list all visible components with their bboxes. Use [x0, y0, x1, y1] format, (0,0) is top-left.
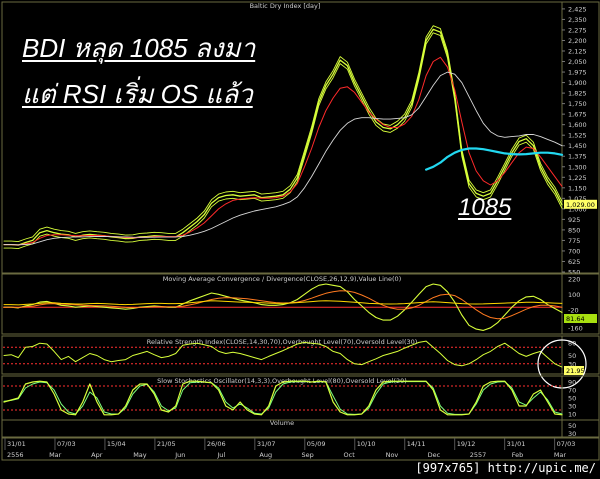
y-tick-label: 1,675	[568, 111, 587, 119]
y-tick-label: 1,300	[568, 163, 587, 171]
y-tick-label: 2,350	[568, 16, 587, 24]
x-tick-label: 21/05	[157, 440, 176, 448]
image-credit: [997x765] http://upic.me/	[415, 461, 596, 475]
y-tick-label: 775	[568, 237, 580, 245]
last-value-label: 1,029.00	[566, 201, 595, 209]
x-month-label: Nov	[386, 451, 399, 459]
macd-value-label: 81.64	[566, 315, 585, 323]
stoch-tick-label: 10	[568, 411, 576, 419]
x-month-label: Jul	[216, 451, 225, 459]
y-tick-label: 2,050	[568, 58, 587, 66]
x-month-label: Mar	[554, 451, 567, 459]
x-month-label: Sep	[301, 451, 313, 459]
y-tick-label: 700	[568, 247, 580, 255]
stoch-tick-label: 50	[568, 395, 576, 403]
bdi-chart: Baltic Dry Index [day] 2,425 2,350 2,275 2,2…	[1, 1, 600, 461]
x-tick-label: 26/06	[207, 440, 226, 448]
x-month-label: 2556	[7, 451, 24, 459]
macd-tick-label: -20	[568, 306, 579, 314]
x-tick-label: 31/01	[507, 440, 526, 448]
volume-tick-label: 30	[568, 430, 576, 438]
volume-panel-frame	[1, 419, 600, 438]
x-tick-label: 10/10	[357, 440, 376, 448]
annotation-line1: BDI หลุด 1085 ลงมา	[22, 33, 256, 63]
y-tick-label: 1,225	[568, 174, 587, 182]
y-tick-label: 1,525	[568, 132, 587, 140]
volume-tick-label: 50	[568, 422, 576, 430]
y-tick-label: 2,275	[568, 26, 587, 34]
y-tick-label: 2,125	[568, 48, 587, 56]
stoch-tick-label: 30	[568, 403, 576, 411]
x-month-label: Mar	[49, 451, 62, 459]
x-month-label: Apr	[91, 451, 103, 459]
volume-title: Volume	[270, 419, 294, 427]
x-month-label: Aug	[259, 451, 272, 459]
x-tick-label: 14/11	[407, 440, 426, 448]
x-month-label: May	[133, 451, 147, 459]
x-tick-label: 05/09	[307, 440, 326, 448]
y-tick-label: 1,975	[568, 69, 587, 77]
macd-tick-label: 220	[568, 275, 580, 283]
y-tick-label: 1,150	[568, 184, 587, 192]
y-tick-label: 2,425	[568, 5, 587, 13]
x-tick-label: 31/01	[7, 440, 26, 448]
y-tick-label: 925	[568, 216, 580, 224]
y-tick-label: 625	[568, 258, 580, 266]
rsi-tick-label: 50	[568, 352, 576, 360]
y-tick-label: 850	[568, 226, 580, 234]
x-tick-label: 15/04	[107, 440, 126, 448]
annotation-level: 1085	[458, 194, 512, 221]
y-tick-label: 1,375	[568, 153, 587, 161]
x-tick-label: 07/03	[557, 440, 576, 448]
y-tick-label: 1,600	[568, 121, 587, 129]
x-month-label: Oct	[344, 451, 356, 459]
y-tick-label: 1,825	[568, 90, 587, 98]
x-month-label: Dec	[428, 451, 441, 459]
macd-title: Moving Average Convergence / Divergence(…	[163, 275, 401, 283]
x-tick-label: 07/03	[57, 440, 76, 448]
annotation-line2: แต่ RSI เริ่ม OS แล้ว	[22, 79, 253, 109]
main-chart-title: Baltic Dry Index [day]	[250, 2, 321, 10]
x-month-label: Jun	[174, 451, 185, 459]
y-tick-label: 1,450	[568, 142, 587, 150]
stoch-tick-label: 70	[568, 387, 576, 395]
macd-tick-label: 100	[568, 291, 580, 299]
rsi-value-label: 21.95	[566, 367, 585, 375]
macd-tick-label: -160	[568, 324, 583, 332]
stoch-tick-label: 90	[568, 379, 576, 387]
x-tick-label: 31/07	[257, 440, 276, 448]
y-tick-label: 1,900	[568, 79, 587, 87]
y-tick-label: 2,200	[568, 37, 587, 45]
x-tick-label: 19/12	[457, 440, 476, 448]
y-tick-label: 1,750	[568, 100, 587, 108]
x-month-label: 2557	[470, 451, 487, 459]
x-month-label: Feb	[512, 451, 524, 459]
